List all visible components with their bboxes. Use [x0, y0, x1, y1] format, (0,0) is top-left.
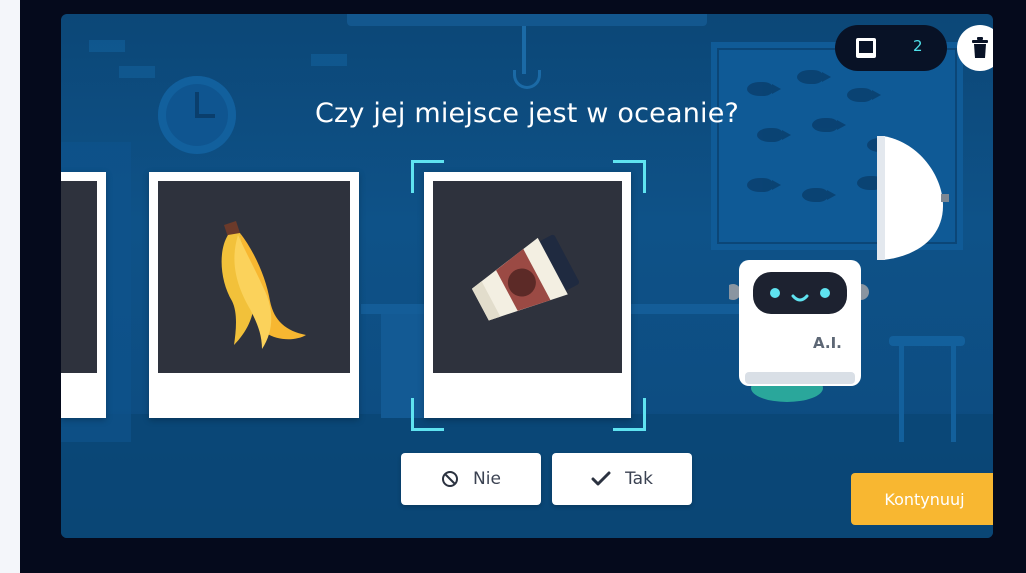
- card-counter[interactable]: 2: [835, 25, 947, 71]
- lamp-cord: [522, 26, 526, 74]
- banana-peel-icon: [221, 221, 306, 349]
- ai-robot: A.I.: [725, 136, 973, 406]
- game-stage: Czy jej miejsce jest w oceanie? A.I. Nie…: [61, 14, 993, 538]
- question-text: Czy jej miejsce jest w oceanie?: [314, 98, 740, 129]
- check-icon: [591, 471, 611, 486]
- continue-button[interactable]: Kontynuuj: [851, 473, 993, 525]
- no-label: Nie: [473, 469, 501, 489]
- selection-corner: [411, 398, 444, 431]
- lamp-icon: [513, 70, 541, 89]
- card-photo: [433, 181, 622, 373]
- coffee-cup-card[interactable]: [424, 172, 631, 418]
- counter-value: 2: [913, 37, 923, 55]
- ceiling-beam: [347, 14, 707, 26]
- selection-corner: [613, 398, 646, 431]
- selection-corner: [411, 160, 444, 193]
- app-frame: Czy jej miejsce jest w oceanie? A.I. Nie…: [20, 0, 1026, 573]
- yes-button[interactable]: Tak: [552, 453, 692, 505]
- wall-brick: [119, 66, 155, 78]
- previous-card[interactable]: [61, 172, 106, 418]
- card-stack-icon: [856, 38, 876, 58]
- ban-icon: [442, 471, 459, 487]
- fish-icon: [747, 82, 781, 96]
- wall-brick: [311, 54, 347, 66]
- wall-brick: [89, 40, 125, 52]
- robot-icon: [725, 136, 973, 402]
- coffee-cup-icon: [471, 234, 579, 321]
- fish-icon: [797, 70, 831, 84]
- trash-icon: [972, 37, 988, 58]
- no-button[interactable]: Nie: [401, 453, 541, 505]
- robot-label: A.I.: [813, 334, 842, 352]
- stool-leg: [951, 346, 956, 442]
- banana-peel-card[interactable]: [149, 172, 359, 418]
- yes-label: Tak: [625, 469, 653, 489]
- card-photo: [158, 181, 350, 373]
- card-photo: [61, 181, 97, 373]
- selection-corner: [613, 160, 646, 193]
